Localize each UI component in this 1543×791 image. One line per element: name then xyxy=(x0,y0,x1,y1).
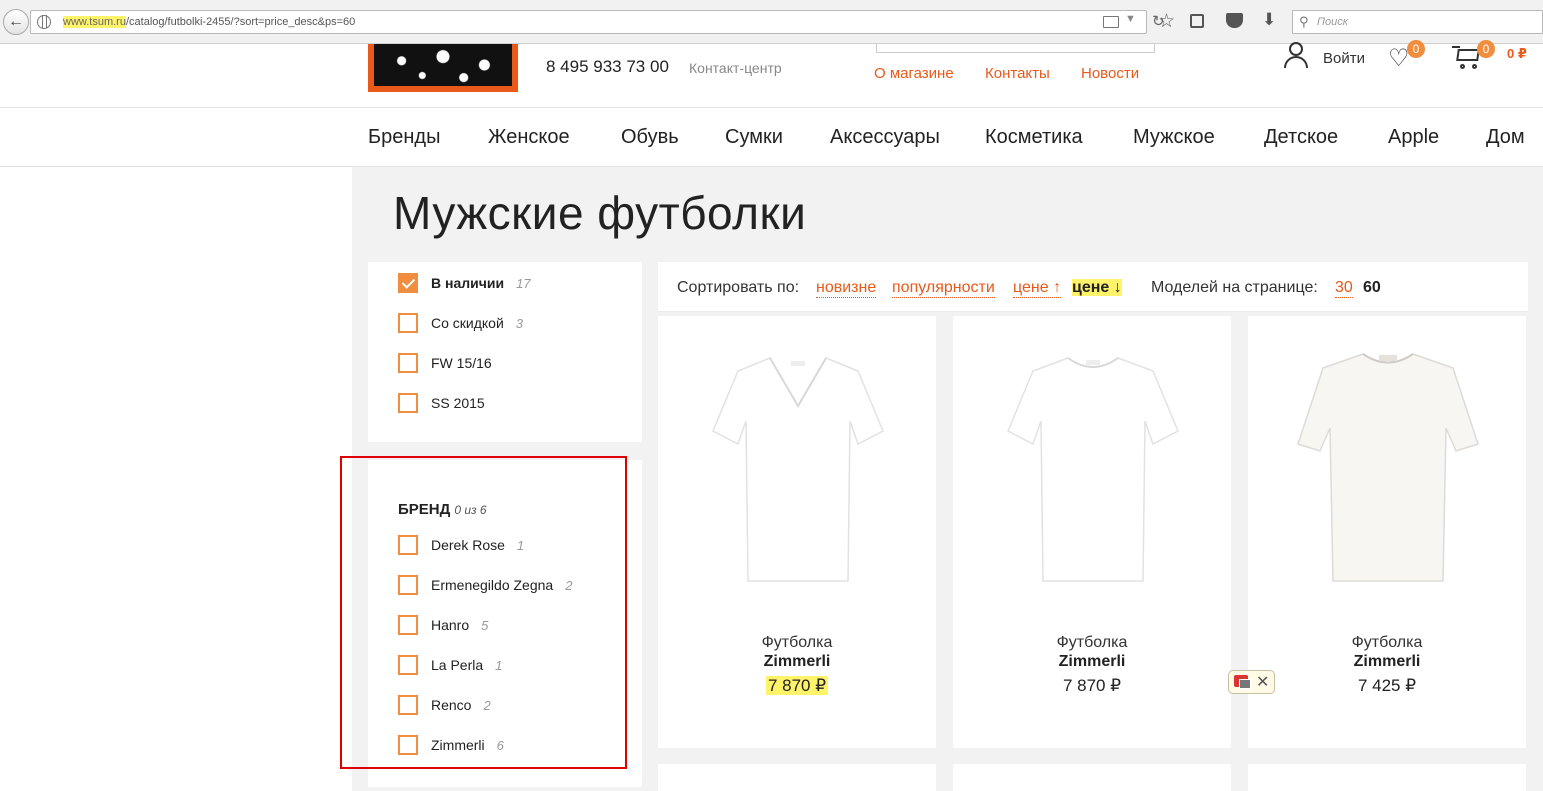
checkbox-checked[interactable] xyxy=(398,273,418,293)
nav-brands[interactable]: Бренды xyxy=(368,126,440,149)
site-logo[interactable] xyxy=(368,44,518,92)
filter-count: 3 xyxy=(515,315,524,331)
product-price-value: 7 870 ₽ xyxy=(765,676,829,695)
nav-shoes[interactable]: Обувь xyxy=(621,126,679,149)
about-store-link[interactable]: О магазине xyxy=(874,65,954,82)
nav-women[interactable]: Женское xyxy=(488,126,570,149)
url-bar[interactable]: www.tsum.ru/catalog/futbolki-2455/?sort=… xyxy=(30,10,1165,34)
nav-accessories[interactable]: Аксессуары xyxy=(830,126,940,149)
sort-by-price-asc[interactable]: цене ↑ xyxy=(1013,279,1062,298)
filter-fw-15-16[interactable]: FW 15/16 xyxy=(398,353,492,373)
filter-in-stock[interactable]: В наличии 17 xyxy=(398,273,531,293)
checkbox[interactable] xyxy=(398,393,418,413)
reader-icon[interactable] xyxy=(1103,16,1119,28)
translate-icon[interactable] xyxy=(1234,675,1251,689)
search-placeholder: Поиск xyxy=(1317,16,1348,28)
globe-icon xyxy=(37,15,51,29)
login-link[interactable]: Войти xyxy=(1323,50,1365,67)
product-image-vneck-tshirt[interactable] xyxy=(698,336,898,586)
contacts-link[interactable]: Контакты xyxy=(985,65,1050,82)
annotation-highlight-box xyxy=(340,456,627,769)
page-title: Мужские футболки xyxy=(393,187,807,239)
product-image-fitted-tshirt[interactable] xyxy=(1288,336,1488,586)
filter-label: SS 2015 xyxy=(431,395,485,411)
nav-apple[interactable]: Apple xyxy=(1388,126,1439,149)
per-page-60: 60 xyxy=(1363,279,1381,296)
filter-label: В наличии xyxy=(431,275,505,291)
product-price: 7 870 ₽ xyxy=(1062,676,1122,695)
product-brand: Zimmerli xyxy=(763,653,831,670)
product-type: Футболка xyxy=(1056,634,1128,651)
search-icon: ⚲ xyxy=(1299,14,1309,29)
news-link[interactable]: Новости xyxy=(1081,65,1139,82)
download-icon[interactable]: ⬇ xyxy=(1262,10,1276,30)
availability-filter-panel: В наличии 17 Со скидкой 3 FW 15/16 SS 20… xyxy=(368,262,642,442)
star-icon[interactable]: ☆ xyxy=(1158,10,1175,33)
library-icon[interactable] xyxy=(1190,14,1204,28)
url-path: /catalog/futbolki-2455/?sort=price_desc&… xyxy=(125,16,356,28)
browser-toolbar: ← www.tsum.ru/catalog/futbolki-2455/?sor… xyxy=(0,0,1543,44)
product-brand: Zimmerli xyxy=(1058,653,1126,670)
site-search-input[interactable] xyxy=(876,44,1155,53)
translate-popup[interactable]: ✕ xyxy=(1228,670,1275,694)
url-host: www.tsum.ru xyxy=(63,16,126,28)
sort-by-price-desc[interactable]: цене ↓ xyxy=(1072,279,1122,297)
product-card[interactable]: Футболка Zimmerli 7 425 ₽ xyxy=(1248,316,1526,748)
chevron-down-icon[interactable]: ▼ xyxy=(1125,13,1136,25)
nav-men[interactable]: Мужское xyxy=(1133,126,1215,149)
sort-by-newest[interactable]: новизне xyxy=(816,279,877,298)
filter-discount[interactable]: Со скидкой 3 xyxy=(398,313,523,333)
product-type: Футболка xyxy=(761,634,833,651)
product-card-next-row[interactable] xyxy=(1248,764,1526,791)
product-card-next-row[interactable] xyxy=(953,764,1231,791)
contact-center-label: Контакт-центр xyxy=(689,60,782,76)
sort-label: Сортировать по: xyxy=(677,279,800,296)
product-brand: Zimmerli xyxy=(1353,653,1421,670)
nav-kids[interactable]: Детское xyxy=(1264,126,1338,149)
cart-total[interactable]: 0 ₽ xyxy=(1507,46,1527,62)
product-type: Футболка xyxy=(1351,634,1423,651)
wishlist-count-badge: 0 xyxy=(1407,40,1425,58)
filter-count: 17 xyxy=(516,275,531,291)
per-page-30[interactable]: 30 xyxy=(1335,279,1353,298)
product-card[interactable]: Футболка Zimmerli 7 870 ₽ xyxy=(953,316,1231,748)
per-page-label: Моделей на странице: xyxy=(1151,279,1318,296)
filter-label: FW 15/16 xyxy=(431,355,492,371)
sort-by-popularity[interactable]: популярности xyxy=(892,279,995,298)
filter-ss-2015[interactable]: SS 2015 xyxy=(398,393,485,413)
nav-bags[interactable]: Сумки xyxy=(725,126,783,149)
product-card-next-row[interactable] xyxy=(658,764,936,791)
product-price: 7 425 ₽ xyxy=(1357,676,1417,695)
checkbox[interactable] xyxy=(398,313,418,333)
phone-number: 8 495 933 73 00 xyxy=(546,57,669,76)
product-price: 7 870 ₽ xyxy=(658,676,936,696)
logo-pattern xyxy=(374,44,512,86)
filter-label: Со скидкой xyxy=(431,315,504,331)
sort-active-label: цене ↓ xyxy=(1072,279,1122,296)
close-icon[interactable]: ✕ xyxy=(1256,672,1269,692)
cart-count-badge: 0 xyxy=(1477,40,1495,58)
pocket-icon[interactable] xyxy=(1226,13,1243,28)
back-arrow-icon[interactable]: ← xyxy=(3,9,29,35)
checkbox[interactable] xyxy=(398,353,418,373)
product-image-crew-tshirt[interactable] xyxy=(993,336,1193,586)
nav-home[interactable]: Дом xyxy=(1486,126,1525,149)
product-card[interactable]: Футболка Zimmerli 7 870 ₽ xyxy=(658,316,936,748)
url-text: www.tsum.ru/catalog/futbolki-2455/?sort=… xyxy=(63,16,355,28)
header-divider xyxy=(0,107,1543,108)
sort-bar: Сортировать по: новизне популярности цен… xyxy=(658,262,1528,312)
nav-cosmetics[interactable]: Косметика xyxy=(985,126,1083,149)
browser-search-input[interactable]: ⚲ Поиск xyxy=(1292,10,1543,34)
user-icon[interactable] xyxy=(1282,40,1310,68)
